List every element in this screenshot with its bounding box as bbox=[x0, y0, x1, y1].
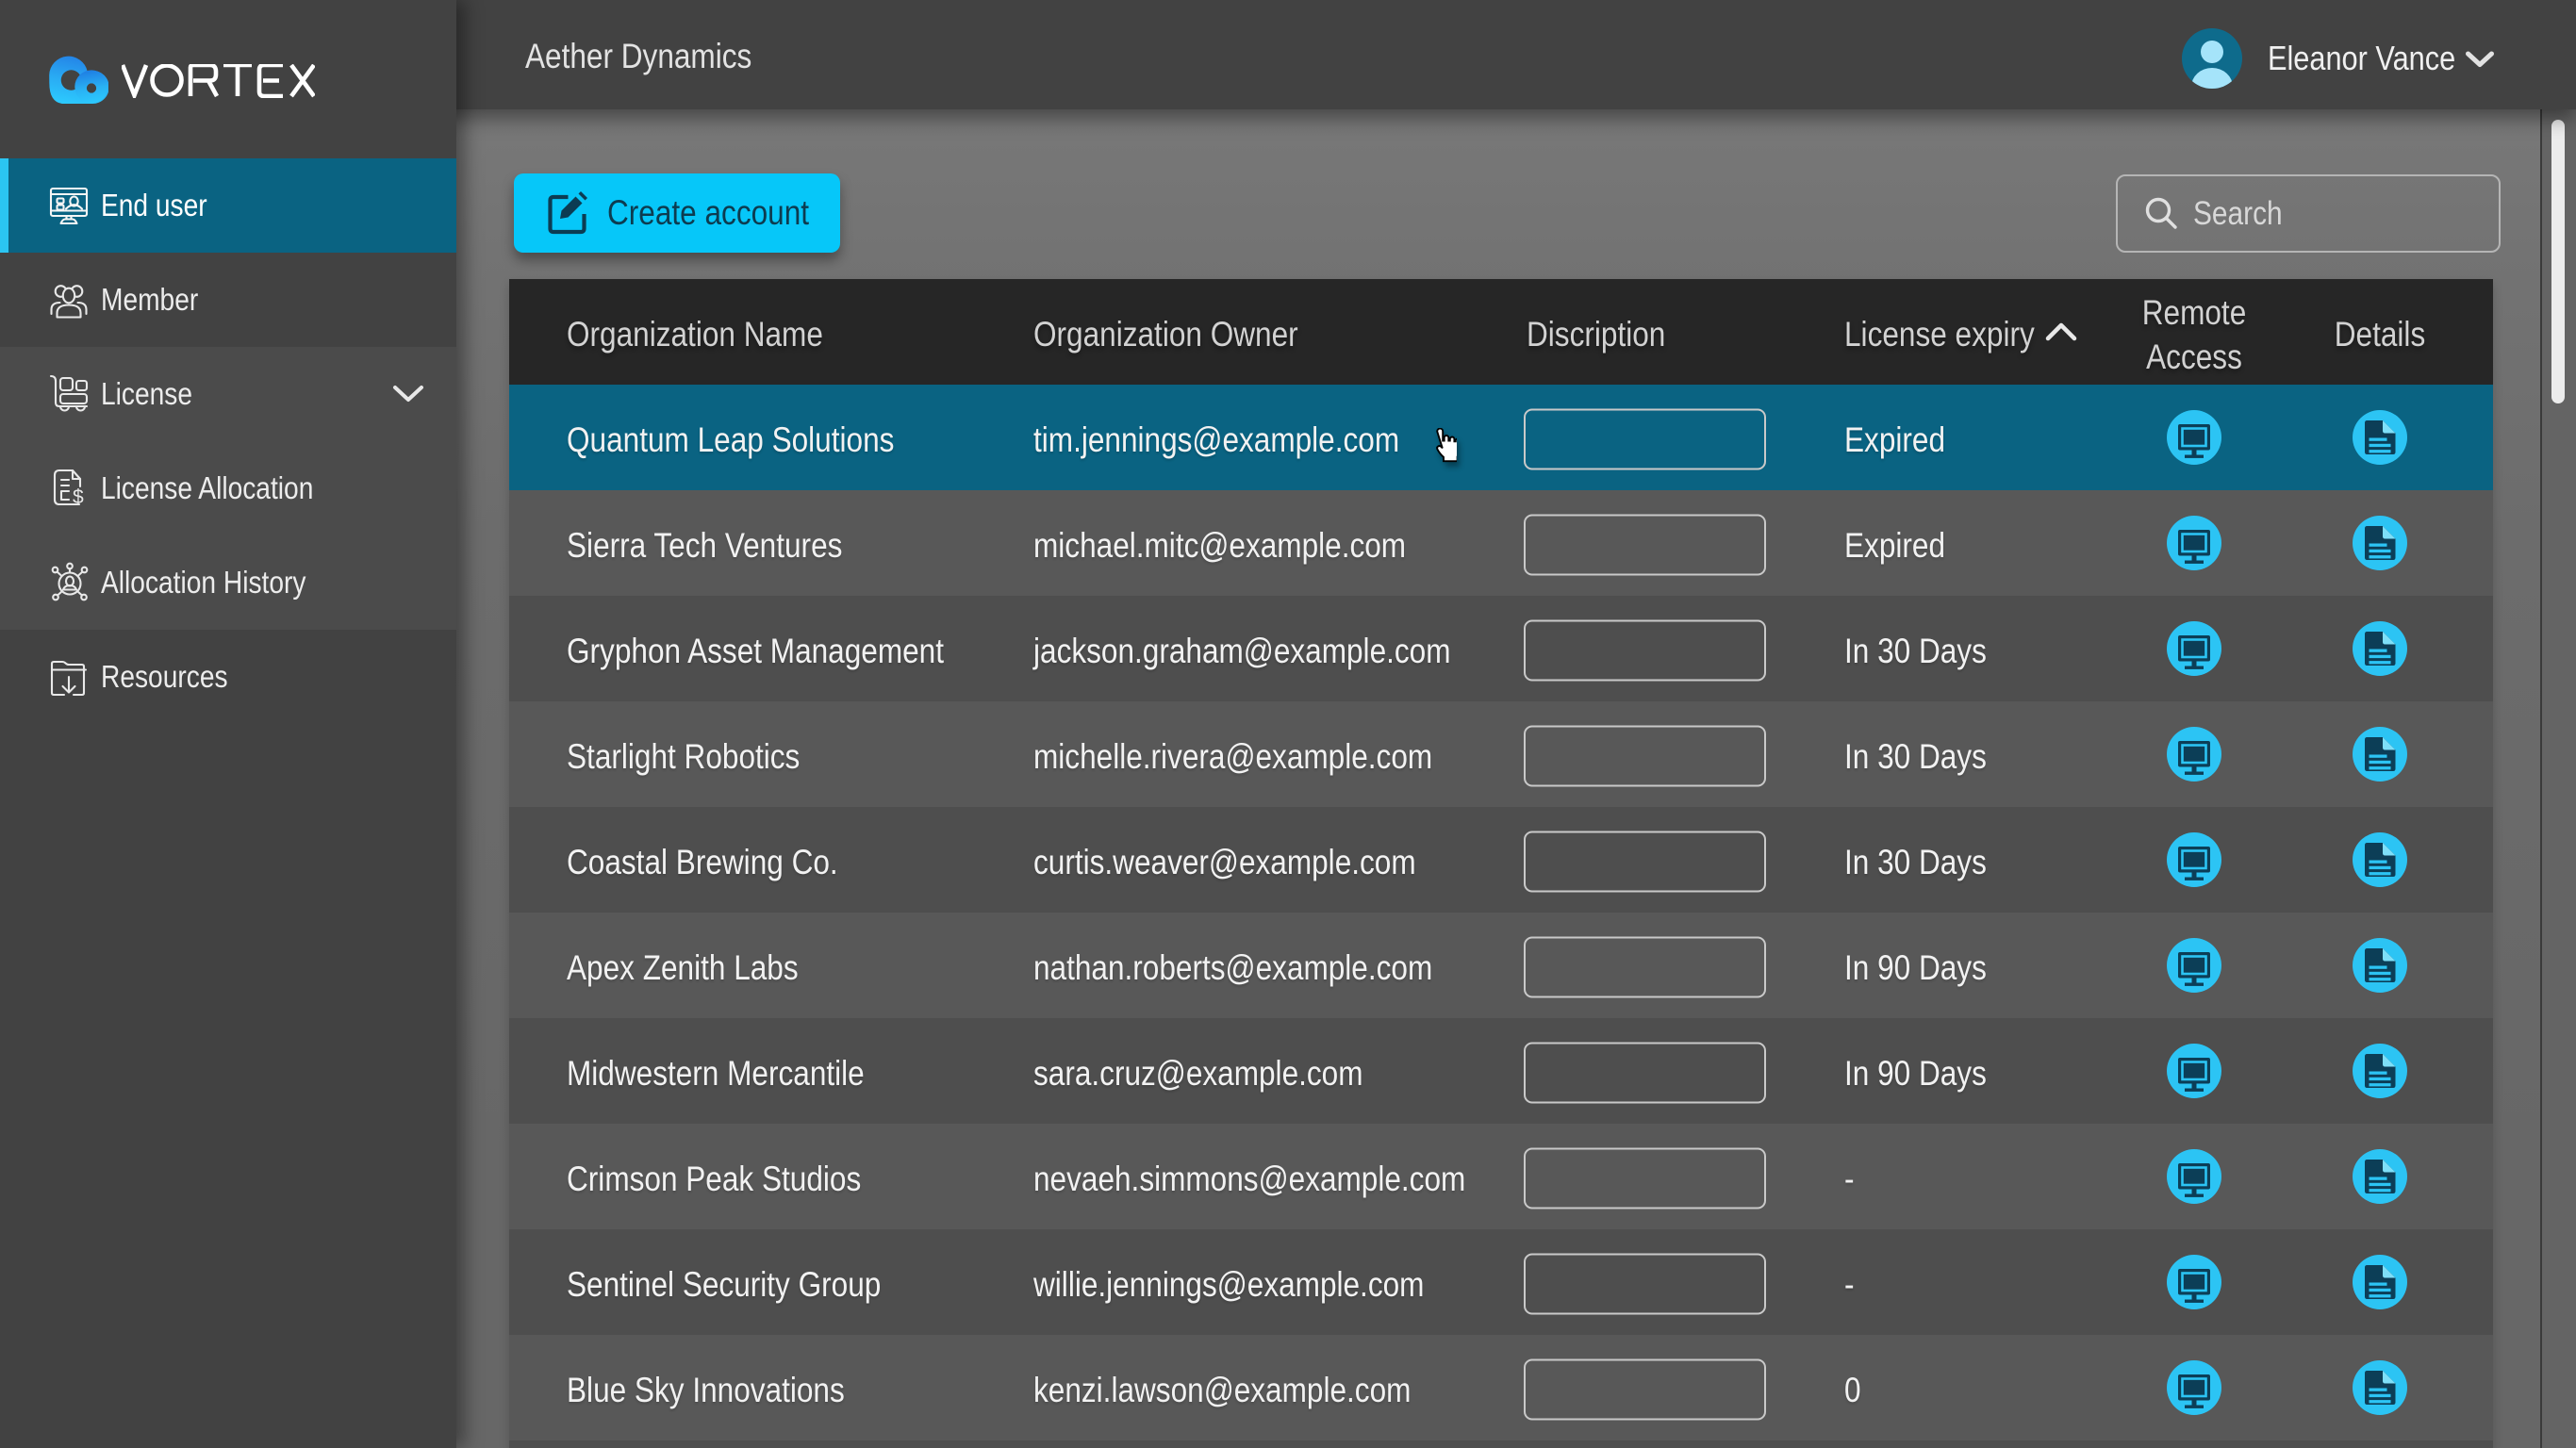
svg-text:$: $ bbox=[73, 486, 84, 508]
